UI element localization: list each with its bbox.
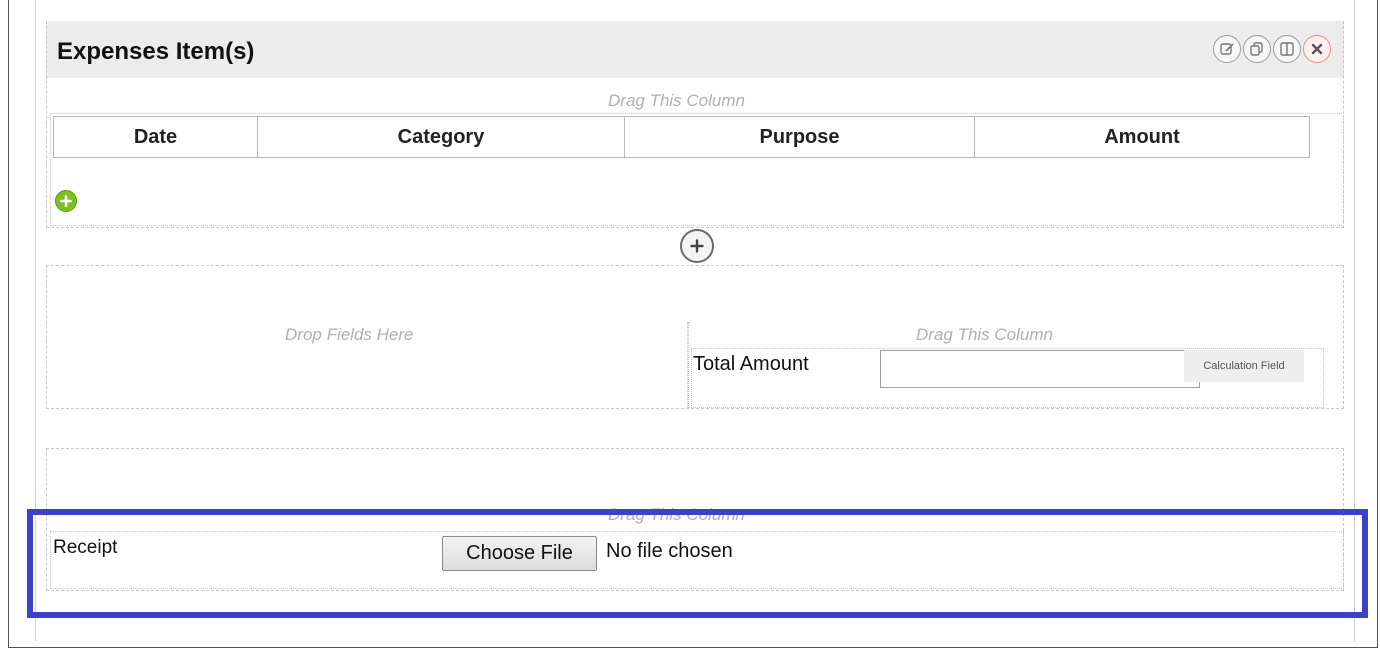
copy-icon[interactable]: [1243, 35, 1271, 63]
edit-icon[interactable]: [1213, 35, 1241, 63]
column-header-purpose: Purpose: [624, 116, 975, 158]
section-header: Expenses Item(s): [46, 21, 1344, 78]
calculation-field-badge: Calculation Field: [1184, 350, 1304, 382]
section-title: Expenses Item(s): [57, 38, 255, 65]
column-header-category: Category: [257, 116, 625, 158]
column-divider: [687, 322, 689, 408]
highlight-annotation: [27, 509, 1368, 618]
add-row-icon[interactable]: [55, 190, 77, 212]
close-icon[interactable]: [1303, 35, 1331, 63]
drag-column-handle[interactable]: Drag This Column: [916, 325, 1053, 345]
columns-icon[interactable]: [1273, 35, 1301, 63]
column-header-amount: Amount: [974, 116, 1310, 158]
total-amount-input[interactable]: [880, 350, 1200, 388]
expenses-table: Date Category Purpose Amount: [53, 116, 1310, 158]
total-amount-label: Total Amount: [693, 353, 809, 375]
column-header-date: Date: [53, 116, 258, 158]
table-header-row: Date Category Purpose Amount: [53, 116, 1310, 158]
add-section-icon[interactable]: [680, 229, 714, 263]
drop-fields-zone[interactable]: Drop Fields Here: [285, 325, 414, 345]
drag-column-handle[interactable]: Drag This Column: [608, 91, 745, 111]
section-toolbar: [1213, 35, 1331, 63]
